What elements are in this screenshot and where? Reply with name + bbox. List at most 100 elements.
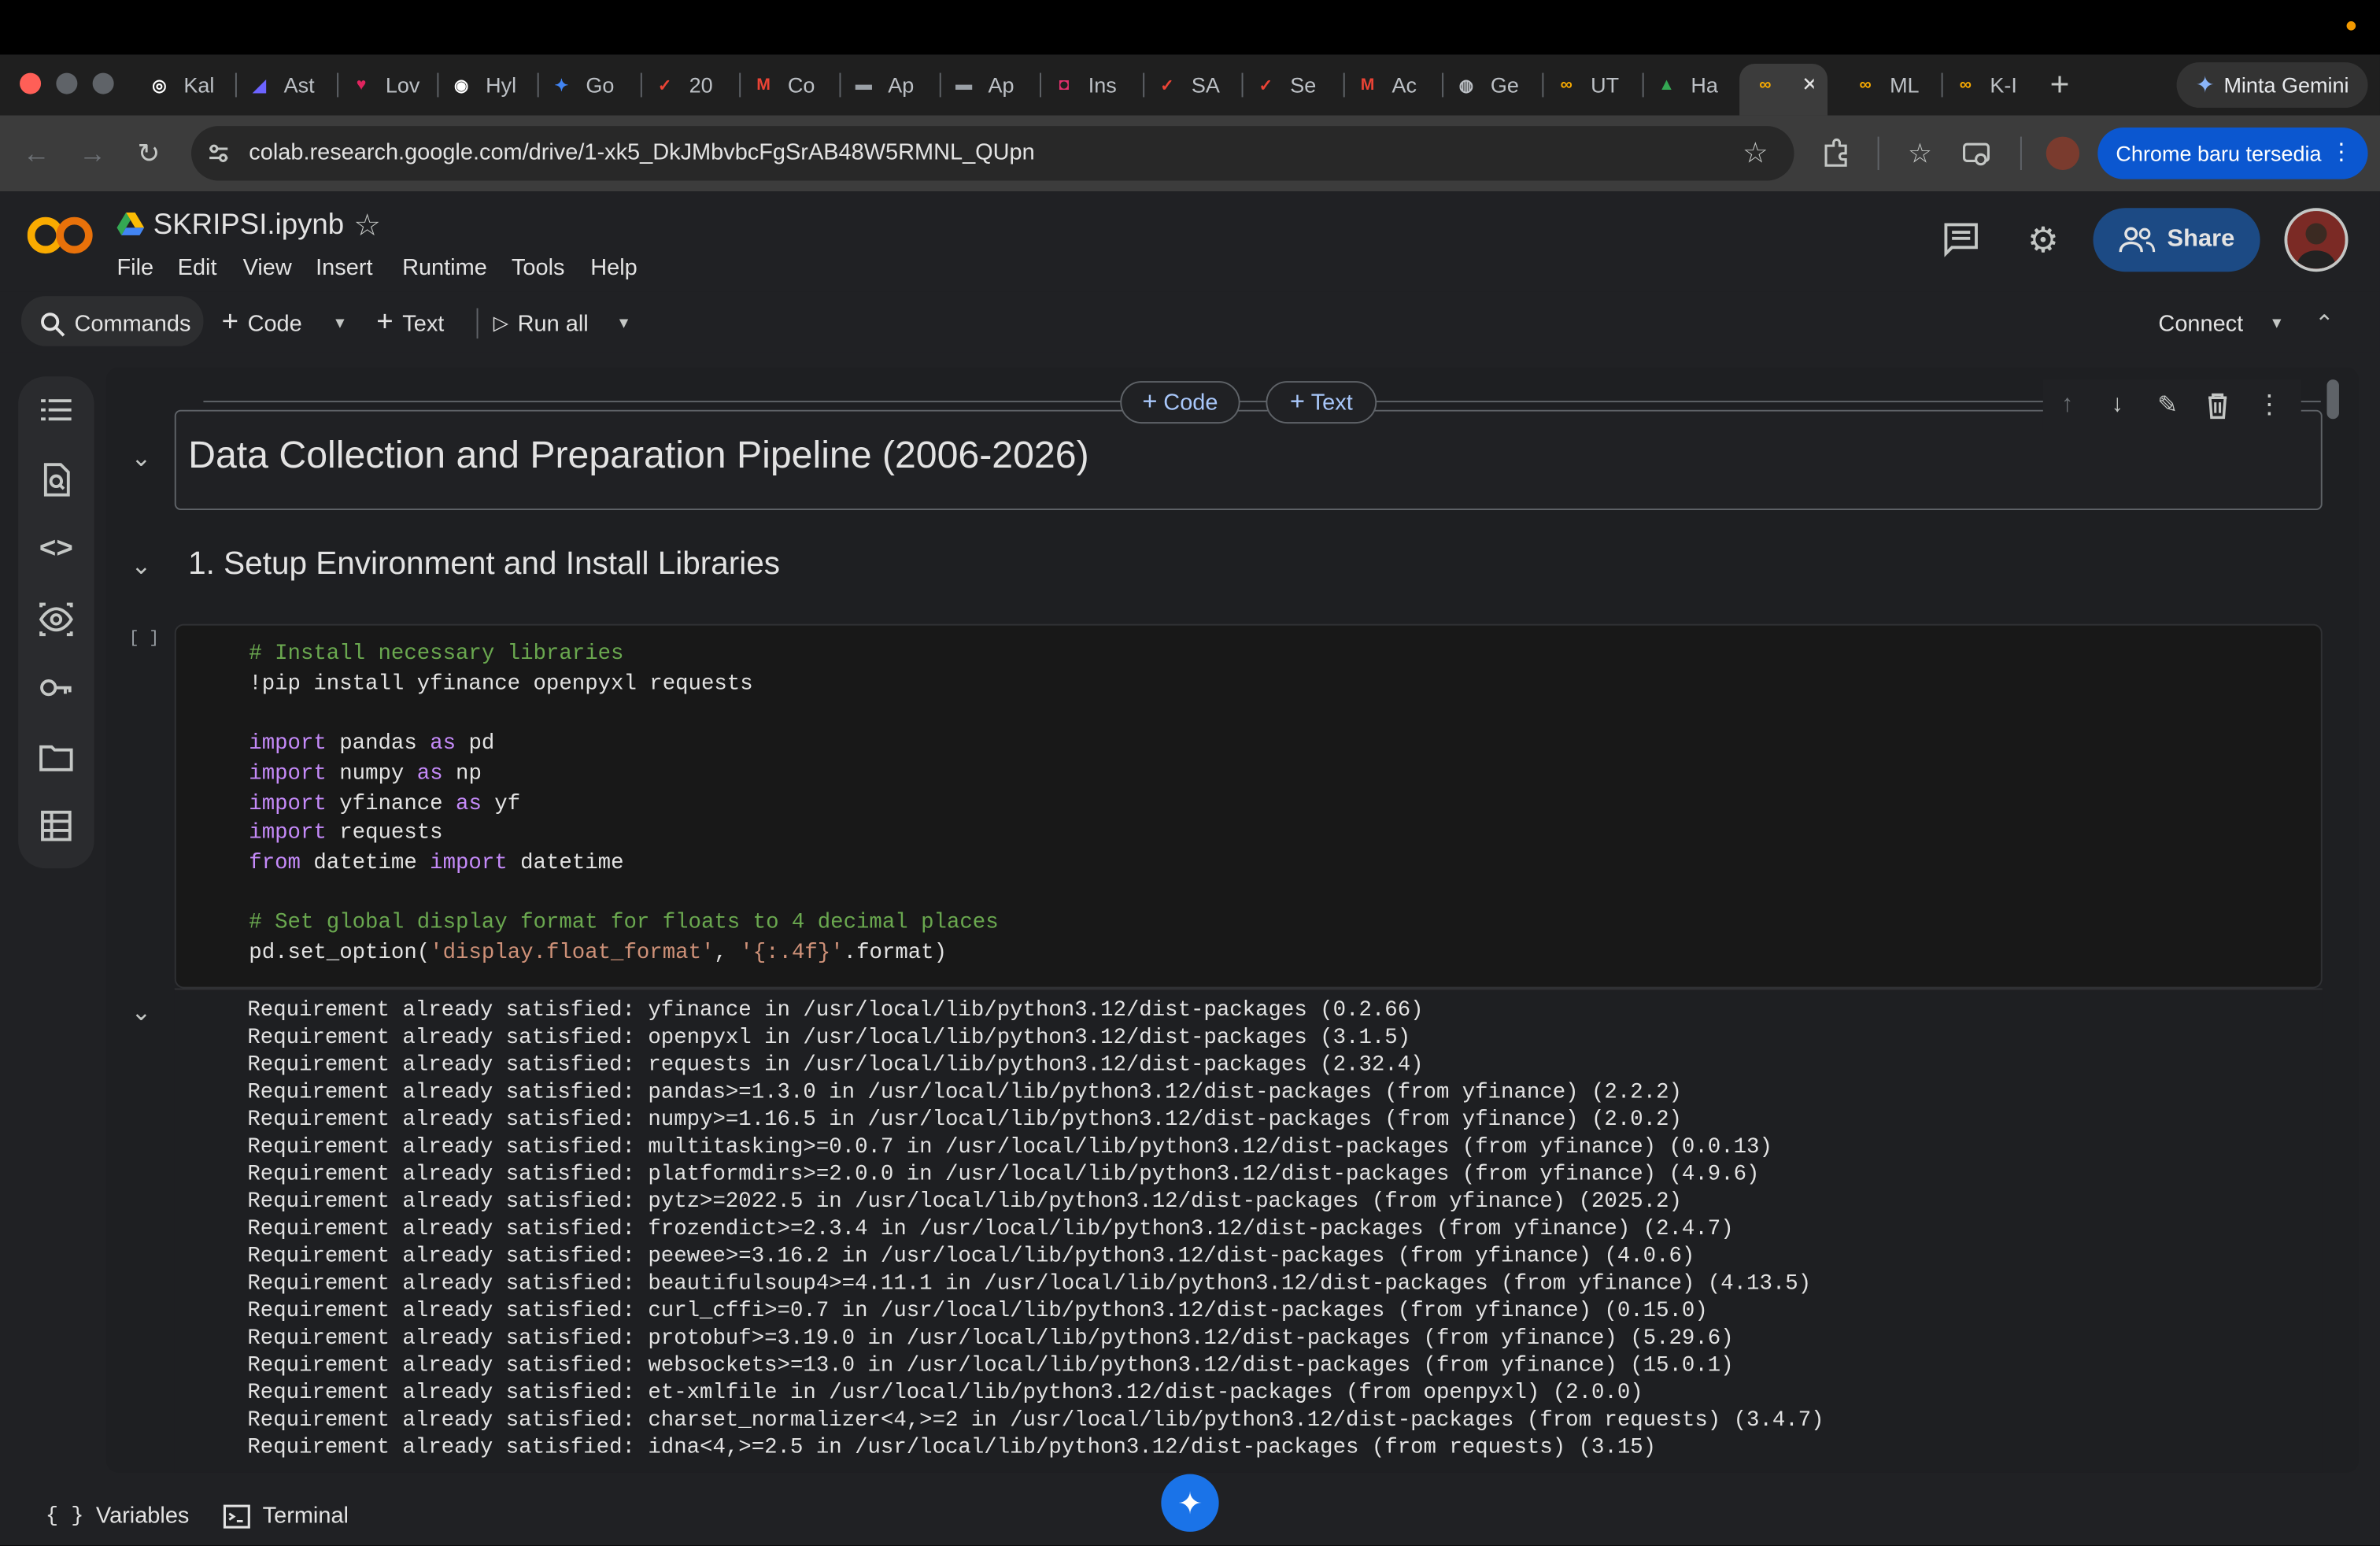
menu-item-view[interactable]: View — [243, 255, 292, 281]
browser-tab[interactable]: ◍ Ge — [1454, 64, 1543, 106]
settings-gear-icon[interactable]: ⚙ — [2023, 220, 2063, 260]
browser-tab[interactable]: M Ac — [1355, 64, 1443, 106]
browser-tab[interactable]: ◢ Ast — [247, 64, 335, 106]
user-avatar[interactable] — [2284, 208, 2349, 272]
browser-tab-label: K-I — [1990, 72, 2017, 98]
minimize-window-icon[interactable] — [56, 72, 78, 94]
cell-execution-count[interactable]: [ ] — [129, 630, 159, 648]
comments-icon[interactable] — [1942, 220, 1981, 260]
collapse-header-icon[interactable]: ⌃ — [2315, 304, 2334, 343]
browser-tab-label: Ha — [1691, 72, 1718, 98]
notebook-title[interactable]: SKRIPSI.ipynb — [153, 209, 344, 242]
tab-separator — [437, 72, 439, 98]
tab-separator — [1442, 72, 1444, 98]
close-window-icon[interactable] — [20, 72, 42, 94]
browser-tab[interactable]: ∞✕ — [1753, 64, 1813, 106]
browser-tab[interactable]: M Co — [752, 64, 840, 106]
menu-item-edit[interactable]: Edit — [178, 255, 217, 281]
browser-tab[interactable]: ∞ ML — [1853, 64, 1942, 106]
browser-tab[interactable]: ▲ Ha — [1654, 64, 1743, 106]
run-all-label: Run all — [517, 310, 589, 337]
code-dropdown-icon[interactable]: ▼ — [332, 304, 347, 343]
address-bar[interactable]: colab.research.google.com/drive/1-xk5_Dk… — [190, 126, 1794, 181]
gemini-fab-button[interactable]: ✦ — [1161, 1474, 1219, 1532]
browser-tab[interactable]: ∞ UT — [1554, 64, 1643, 106]
toolbar-divider — [476, 308, 479, 339]
toolbar-divider — [2020, 136, 2022, 170]
forward-icon[interactable]: → — [76, 137, 109, 170]
plus-icon: + — [1289, 386, 1305, 416]
move-cell-up-icon[interactable]: ↑ — [2050, 389, 2083, 422]
browser-tab[interactable]: ✓ 20 — [652, 64, 741, 106]
connect-dropdown-icon[interactable]: ▼ — [2269, 304, 2284, 343]
browser-tab[interactable]: ◉ Hyl — [449, 64, 538, 106]
move-cell-down-icon[interactable]: ↓ — [2101, 389, 2134, 422]
run-all-dropdown-icon[interactable]: ▼ — [616, 304, 631, 343]
browser-tab[interactable]: ✓ SA — [1155, 64, 1244, 106]
site-settings-icon[interactable] — [206, 141, 231, 165]
media-controls-icon[interactable] — [1960, 137, 1993, 170]
insert-code-cell-button[interactable]: + Code — [1120, 381, 1240, 424]
cell-more-options-icon[interactable]: ⋮ — [2252, 389, 2286, 422]
code-snippets-icon[interactable]: <> — [38, 531, 74, 568]
table-of-contents-icon[interactable] — [38, 392, 74, 428]
browser-tab[interactable]: ▬ Ap — [952, 64, 1040, 106]
delete-cell-trash-icon[interactable] — [2201, 389, 2234, 422]
colab-logo-icon[interactable] — [27, 213, 94, 258]
ask-gemini-button[interactable]: ✦ Minta Gemini — [2176, 62, 2368, 108]
variables-button[interactable]: { } Variables — [46, 1503, 190, 1529]
run-all-button[interactable]: ▷ Run all — [493, 304, 589, 343]
star-notebook-icon[interactable]: ☆ — [353, 206, 381, 244]
bookmarks-icon[interactable]: ☆ — [1903, 137, 1936, 170]
insert-text-cell-button[interactable]: + Text — [1266, 381, 1377, 424]
add-text-label: Text — [402, 310, 445, 337]
connect-button[interactable]: Connect — [2158, 304, 2243, 343]
menu-item-help[interactable]: Help — [590, 255, 638, 281]
menu-item-tools[interactable]: Tools — [512, 255, 565, 281]
close-tab-icon[interactable]: ✕ — [1802, 73, 1813, 98]
extensions-icon[interactable] — [1820, 137, 1853, 170]
browser-tab[interactable]: ♥ Lov — [349, 64, 438, 106]
new-tab-icon[interactable]: + — [2040, 65, 2079, 103]
terminal-button[interactable]: Terminal — [223, 1503, 349, 1529]
secrets-eye-icon[interactable] — [38, 601, 74, 638]
browser-tab[interactable]: ∞ K-I — [1953, 64, 2042, 106]
lovable-icon: ♥ — [356, 76, 367, 94]
edit-cell-pencil-icon[interactable]: ✎ — [2151, 389, 2184, 422]
bookmark-star-icon[interactable]: ☆ — [1743, 137, 1768, 172]
more-vert-icon[interactable]: ⋮ — [2330, 138, 2352, 165]
profile-avatar[interactable] — [2046, 136, 2080, 170]
menu-item-runtime[interactable]: Runtime — [402, 255, 487, 281]
tab-separator — [537, 72, 539, 98]
key-icon[interactable] — [38, 669, 74, 705]
maximize-window-icon[interactable] — [92, 72, 114, 94]
collapse-output-chevron-icon[interactable]: ⌄ — [128, 999, 155, 1026]
collapse-section-chevron-icon[interactable]: ⌄ — [128, 553, 155, 580]
browser-tab[interactable]: ✦ Go — [549, 64, 638, 106]
back-icon[interactable]: ← — [20, 137, 53, 170]
terminal-label: Terminal — [262, 1503, 349, 1529]
plus-icon: + — [1142, 386, 1158, 416]
data-table-icon[interactable] — [38, 808, 74, 844]
share-button[interactable]: Share — [2093, 208, 2260, 272]
files-folder-icon[interactable] — [38, 739, 74, 775]
browser-tab[interactable]: ◘ Ins — [1051, 64, 1140, 106]
commands-button[interactable]: Commands — [39, 304, 190, 343]
find-replace-icon[interactable] — [38, 461, 74, 497]
menu-item-file[interactable]: File — [116, 255, 153, 281]
tab-separator — [739, 72, 741, 98]
browser-tab[interactable]: ◎ Kal — [147, 64, 235, 106]
add-text-button[interactable]: + Text — [376, 304, 444, 343]
google-drive-icon[interactable] — [116, 212, 145, 237]
url-text: colab.research.google.com/drive/1-xk5_Dk… — [249, 139, 1035, 166]
add-code-button[interactable]: + Code — [222, 304, 302, 343]
collapse-section-chevron-icon[interactable]: ⌄ — [128, 445, 155, 472]
chrome-update-button[interactable]: Chrome baru tersedia ⋮ — [2097, 127, 2368, 179]
notebook-scrollbar[interactable] — [2326, 379, 2339, 420]
user-photo — [2287, 211, 2345, 269]
reload-icon[interactable]: ↻ — [132, 137, 165, 170]
browser-tab[interactable]: ▬ Ap — [852, 64, 940, 106]
browser-tab[interactable]: ✓ Se — [1254, 64, 1342, 106]
menu-item-insert[interactable]: Insert — [316, 255, 372, 281]
red-check-icon: ✓ — [1160, 76, 1174, 95]
